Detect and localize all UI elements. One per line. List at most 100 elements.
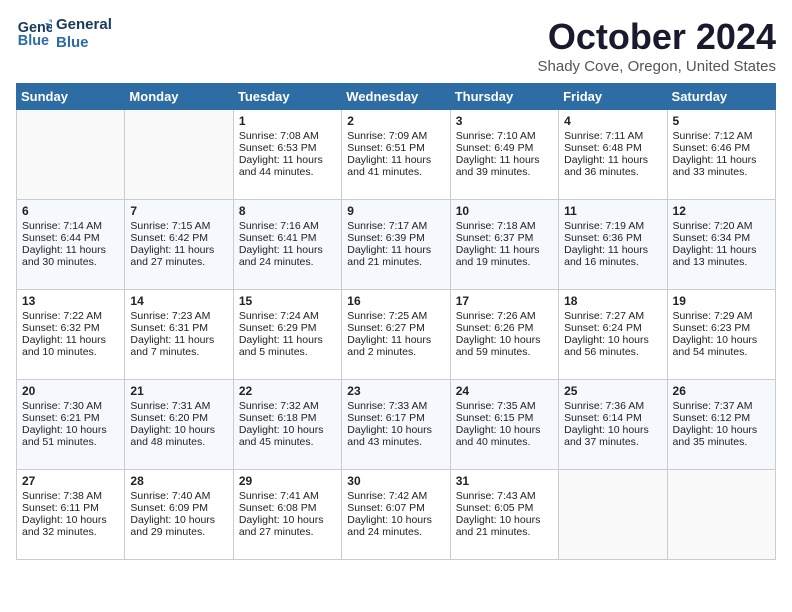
sunset: Sunset: 6:41 PM xyxy=(239,232,317,244)
day-number: 25 xyxy=(564,384,661,398)
header-thursday: Thursday xyxy=(450,84,558,110)
daylight: Daylight: 10 hours and 32 minutes. xyxy=(22,514,107,538)
sunset: Sunset: 6:20 PM xyxy=(130,412,208,424)
day-number: 17 xyxy=(456,294,553,308)
svg-text:Blue: Blue xyxy=(18,33,49,49)
sunrise: Sunrise: 7:27 AM xyxy=(564,310,644,322)
calendar-cell: 30 Sunrise: 7:42 AM Sunset: 6:07 PM Dayl… xyxy=(342,470,450,560)
sunrise: Sunrise: 7:29 AM xyxy=(673,310,753,322)
calendar-cell: 17 Sunrise: 7:26 AM Sunset: 6:26 PM Dayl… xyxy=(450,290,558,380)
calendar-cell xyxy=(17,110,125,200)
calendar-cell: 14 Sunrise: 7:23 AM Sunset: 6:31 PM Dayl… xyxy=(125,290,233,380)
daylight: Daylight: 10 hours and 24 minutes. xyxy=(347,514,432,538)
daylight: Daylight: 10 hours and 54 minutes. xyxy=(673,334,758,358)
daylight: Daylight: 11 hours and 24 minutes. xyxy=(239,244,323,268)
sunrise: Sunrise: 7:32 AM xyxy=(239,400,319,412)
sunset: Sunset: 6:48 PM xyxy=(564,142,642,154)
logo-line1: General xyxy=(56,16,112,34)
calendar-cell: 23 Sunrise: 7:33 AM Sunset: 6:17 PM Dayl… xyxy=(342,380,450,470)
week-row-3: 13 Sunrise: 7:22 AM Sunset: 6:32 PM Dayl… xyxy=(17,290,776,380)
daylight: Daylight: 10 hours and 51 minutes. xyxy=(22,424,107,448)
daylight: Daylight: 11 hours and 13 minutes. xyxy=(673,244,757,268)
day-number: 6 xyxy=(22,204,119,218)
daylight: Daylight: 10 hours and 45 minutes. xyxy=(239,424,324,448)
sunset: Sunset: 6:44 PM xyxy=(22,232,100,244)
sunset: Sunset: 6:08 PM xyxy=(239,502,317,514)
header-monday: Monday xyxy=(125,84,233,110)
sunrise: Sunrise: 7:24 AM xyxy=(239,310,319,322)
sunset: Sunset: 6:11 PM xyxy=(22,502,99,514)
day-number: 16 xyxy=(347,294,444,308)
day-number: 29 xyxy=(239,474,336,488)
daylight: Daylight: 11 hours and 44 minutes. xyxy=(239,154,323,178)
sunrise: Sunrise: 7:35 AM xyxy=(456,400,536,412)
daylight: Daylight: 11 hours and 2 minutes. xyxy=(347,334,431,358)
day-number: 21 xyxy=(130,384,227,398)
month-title: October 2024 xyxy=(538,16,776,58)
sunset: Sunset: 6:29 PM xyxy=(239,322,317,334)
sunrise: Sunrise: 7:22 AM xyxy=(22,310,102,322)
daylight: Daylight: 11 hours and 27 minutes. xyxy=(130,244,214,268)
header-wednesday: Wednesday xyxy=(342,84,450,110)
calendar-cell: 27 Sunrise: 7:38 AM Sunset: 6:11 PM Dayl… xyxy=(17,470,125,560)
day-number: 19 xyxy=(673,294,770,308)
daylight: Daylight: 10 hours and 43 minutes. xyxy=(347,424,432,448)
sunrise: Sunrise: 7:14 AM xyxy=(22,220,102,232)
day-number: 27 xyxy=(22,474,119,488)
day-number: 23 xyxy=(347,384,444,398)
daylight: Daylight: 11 hours and 7 minutes. xyxy=(130,334,214,358)
day-number: 11 xyxy=(564,204,661,218)
sunrise: Sunrise: 7:36 AM xyxy=(564,400,644,412)
calendar-cell: 6 Sunrise: 7:14 AM Sunset: 6:44 PM Dayli… xyxy=(17,200,125,290)
calendar-cell: 2 Sunrise: 7:09 AM Sunset: 6:51 PM Dayli… xyxy=(342,110,450,200)
week-row-5: 27 Sunrise: 7:38 AM Sunset: 6:11 PM Dayl… xyxy=(17,470,776,560)
sunset: Sunset: 6:31 PM xyxy=(130,322,208,334)
sunset: Sunset: 6:39 PM xyxy=(347,232,425,244)
page-header: General Blue General Blue October 2024 S… xyxy=(16,16,776,75)
calendar-cell: 29 Sunrise: 7:41 AM Sunset: 6:08 PM Dayl… xyxy=(233,470,341,560)
calendar-cell: 3 Sunrise: 7:10 AM Sunset: 6:49 PM Dayli… xyxy=(450,110,558,200)
sunset: Sunset: 6:09 PM xyxy=(130,502,208,514)
day-number: 31 xyxy=(456,474,553,488)
header-tuesday: Tuesday xyxy=(233,84,341,110)
sunrise: Sunrise: 7:41 AM xyxy=(239,490,319,502)
day-number: 7 xyxy=(130,204,227,218)
sunrise: Sunrise: 7:23 AM xyxy=(130,310,210,322)
calendar-cell: 8 Sunrise: 7:16 AM Sunset: 6:41 PM Dayli… xyxy=(233,200,341,290)
calendar-cell: 15 Sunrise: 7:24 AM Sunset: 6:29 PM Dayl… xyxy=(233,290,341,380)
sunrise: Sunrise: 7:38 AM xyxy=(22,490,102,502)
daylight: Daylight: 10 hours and 59 minutes. xyxy=(456,334,541,358)
sunset: Sunset: 6:17 PM xyxy=(347,412,425,424)
day-number: 2 xyxy=(347,114,444,128)
calendar-cell: 24 Sunrise: 7:35 AM Sunset: 6:15 PM Dayl… xyxy=(450,380,558,470)
sunrise: Sunrise: 7:25 AM xyxy=(347,310,427,322)
sunrise: Sunrise: 7:18 AM xyxy=(456,220,536,232)
calendar-cell xyxy=(559,470,667,560)
sunset: Sunset: 6:27 PM xyxy=(347,322,425,334)
calendar-cell: 20 Sunrise: 7:30 AM Sunset: 6:21 PM Dayl… xyxy=(17,380,125,470)
calendar-cell: 12 Sunrise: 7:20 AM Sunset: 6:34 PM Dayl… xyxy=(667,200,775,290)
day-number: 5 xyxy=(673,114,770,128)
sunset: Sunset: 6:46 PM xyxy=(673,142,751,154)
sunrise: Sunrise: 7:11 AM xyxy=(564,130,643,142)
sunset: Sunset: 6:14 PM xyxy=(564,412,642,424)
calendar-cell: 4 Sunrise: 7:11 AM Sunset: 6:48 PM Dayli… xyxy=(559,110,667,200)
sunset: Sunset: 6:34 PM xyxy=(673,232,751,244)
daylight: Daylight: 11 hours and 5 minutes. xyxy=(239,334,323,358)
daylight: Daylight: 11 hours and 19 minutes. xyxy=(456,244,540,268)
calendar-cell: 19 Sunrise: 7:29 AM Sunset: 6:23 PM Dayl… xyxy=(667,290,775,380)
daylight: Daylight: 11 hours and 30 minutes. xyxy=(22,244,106,268)
sunrise: Sunrise: 7:30 AM xyxy=(22,400,102,412)
sunset: Sunset: 6:26 PM xyxy=(456,322,534,334)
day-number: 30 xyxy=(347,474,444,488)
daylight: Daylight: 10 hours and 37 minutes. xyxy=(564,424,649,448)
calendar-cell: 16 Sunrise: 7:25 AM Sunset: 6:27 PM Dayl… xyxy=(342,290,450,380)
day-number: 12 xyxy=(673,204,770,218)
sunset: Sunset: 6:15 PM xyxy=(456,412,534,424)
sunset: Sunset: 6:07 PM xyxy=(347,502,425,514)
day-number: 4 xyxy=(564,114,661,128)
sunset: Sunset: 6:05 PM xyxy=(456,502,534,514)
header-saturday: Saturday xyxy=(667,84,775,110)
sunset: Sunset: 6:51 PM xyxy=(347,142,425,154)
daylight: Daylight: 10 hours and 56 minutes. xyxy=(564,334,649,358)
